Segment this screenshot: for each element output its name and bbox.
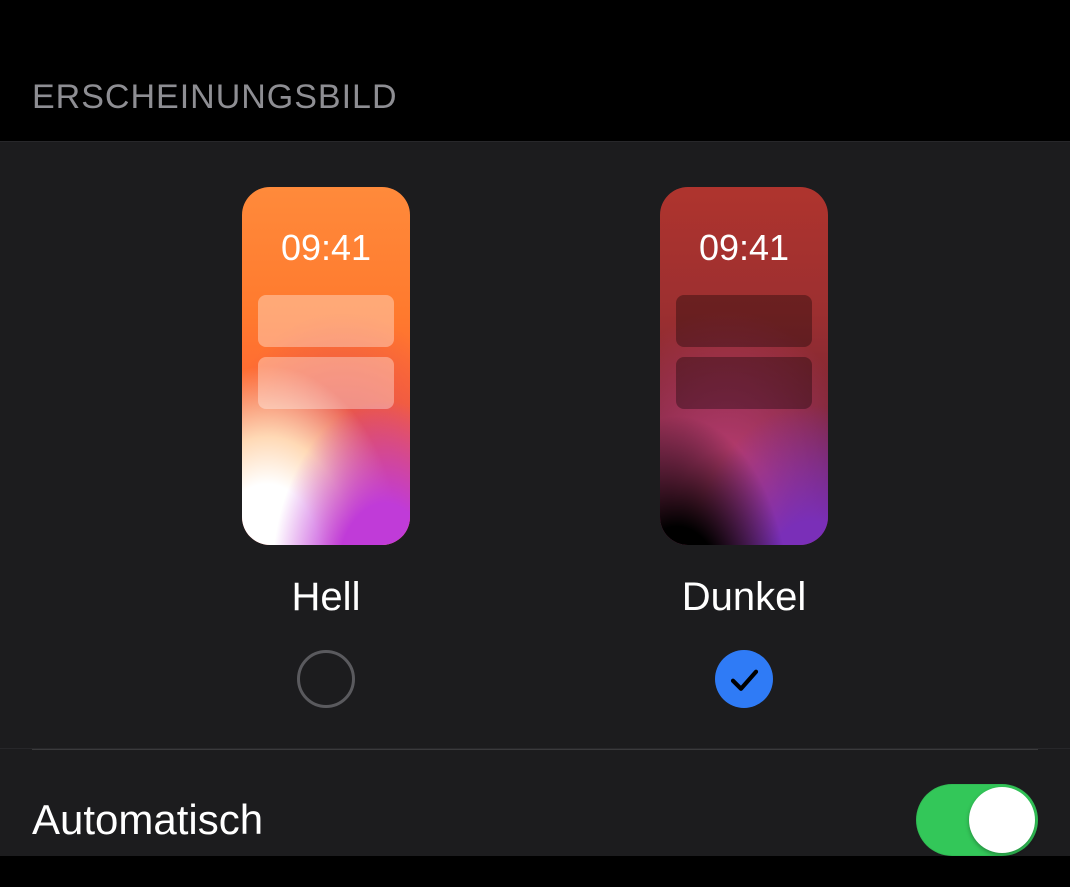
section-header-appearance: ERSCHEINUNGSBILD: [0, 0, 1070, 141]
light-mode-preview: 09:41: [242, 187, 410, 545]
preview-widget: [258, 357, 394, 409]
preview-widgets: [258, 295, 394, 419]
appearance-option-dark-radio[interactable]: [715, 650, 773, 708]
appearance-option-light-label: Hell: [292, 575, 361, 620]
automatic-label: Automatisch: [32, 796, 263, 844]
appearance-options-row: 09:41 Hell 09:41 Dunkel: [0, 187, 1070, 708]
appearance-option-light-radio[interactable]: [297, 650, 355, 708]
appearance-option-dark[interactable]: 09:41 Dunkel: [660, 187, 828, 708]
dark-mode-preview: 09:41: [660, 187, 828, 545]
appearance-panel: 09:41 Hell 09:41 Dunkel: [0, 141, 1070, 748]
automatic-section: Automatisch: [0, 748, 1070, 856]
appearance-option-dark-label: Dunkel: [682, 575, 807, 620]
preview-widget: [676, 357, 812, 409]
toggle-knob: [969, 787, 1035, 853]
preview-widgets: [676, 295, 812, 419]
preview-time: 09:41: [660, 227, 828, 269]
preview-time: 09:41: [242, 227, 410, 269]
preview-widget: [258, 295, 394, 347]
automatic-row: Automatisch: [0, 750, 1070, 856]
checkmark-icon: [726, 662, 762, 698]
automatic-toggle[interactable]: [916, 784, 1038, 856]
preview-widget: [676, 295, 812, 347]
appearance-option-light[interactable]: 09:41 Hell: [242, 187, 410, 708]
